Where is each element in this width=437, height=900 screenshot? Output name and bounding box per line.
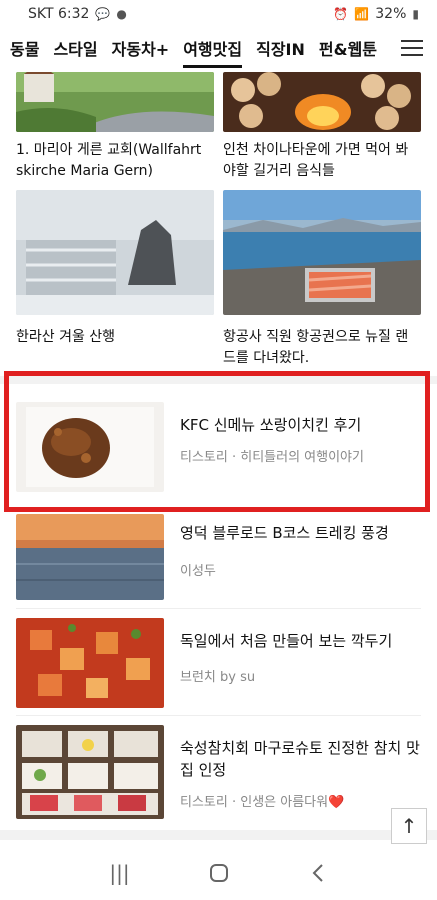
grid-image-new-zealand[interactable]: [223, 190, 421, 315]
list-title[interactable]: 숙성참치회 마구로슈토 진정한 참치 맛집 인정: [180, 737, 420, 781]
home-icon[interactable]: [204, 858, 234, 888]
category-nav: 동물 스타일 자동차+ 여행맛집 직장IN 펀&웹툰: [0, 28, 437, 72]
battery-icon: ▮: [412, 7, 419, 21]
grid-caption-4[interactable]: 항공사 직원 항공권으로 뉴질 랜드를 다녀왔다.: [223, 327, 421, 369]
tab-travel-food[interactable]: 여행맛집: [183, 28, 242, 72]
highlight-box: [4, 371, 430, 512]
list-title[interactable]: 영덕 블루로드 B코스 트레킹 풍경: [180, 522, 420, 544]
arrow-up-icon: ↑: [400, 814, 418, 838]
status-bar: SKT 6:32 💬 ● ⏰ 📶 32% ▮: [0, 0, 437, 28]
notification-icon: ●: [116, 7, 127, 21]
tab-animal[interactable]: 동물: [10, 28, 39, 72]
carrier-time: SKT 6:32: [28, 6, 90, 22]
alarm-icon: ⏰: [333, 7, 349, 21]
list-source: 티스토리 · 인생은 아름다워❤️: [180, 795, 345, 810]
chat-notification-icon: 💬: [95, 7, 111, 21]
scroll-top-button[interactable]: ↑: [391, 808, 427, 844]
tab-fun-webtoon[interactable]: 펀&웹툰: [319, 28, 377, 72]
list-source: 이성두: [180, 564, 216, 579]
tab-style[interactable]: 스타일: [53, 28, 97, 72]
recent-apps-icon[interactable]: |||: [105, 858, 135, 888]
bottom-divider: [0, 830, 437, 840]
back-icon[interactable]: [303, 858, 333, 888]
grid-image-street-food[interactable]: [223, 72, 421, 132]
wifi-icon: 📶: [354, 7, 370, 21]
list-source: 브런치 by su: [180, 670, 256, 685]
tab-work[interactable]: 직장IN: [256, 28, 305, 72]
grid-caption-2[interactable]: 인천 차이나타운에 가면 먹어 봐야할 길거리 음식들: [223, 140, 421, 182]
grid-image-hallasan[interactable]: [16, 190, 214, 315]
thumb-kkakdugi: [16, 618, 164, 708]
list-item[interactable]: 영덕 블루로드 B코스 트레킹 풍경 이성두: [0, 500, 437, 608]
list-item[interactable]: 독일에서 처음 만들어 보는 깍두기 브런치 by su: [0, 608, 437, 716]
thumb-sea-sunset: [16, 514, 164, 600]
battery-text: 32%: [375, 6, 407, 22]
tab-car[interactable]: 자동차+: [112, 28, 170, 72]
hamburger-icon[interactable]: [401, 40, 423, 58]
grid-image-church[interactable]: [16, 72, 214, 132]
thumb-tuna-sashimi: [16, 725, 164, 819]
grid-caption-1[interactable]: 1. 마리아 게른 교회(Wallfahrt skirche Maria Ger…: [16, 140, 214, 182]
list-item[interactable]: 숙성참치회 마구로슈토 진정한 참치 맛집 인정 티스토리 · 인생은 아름다워…: [0, 715, 437, 823]
system-nav-bar: |||: [0, 846, 437, 900]
grid-caption-3[interactable]: 한라산 겨울 산행: [16, 327, 214, 348]
list-title[interactable]: 독일에서 처음 만들어 보는 깍두기: [180, 630, 420, 652]
